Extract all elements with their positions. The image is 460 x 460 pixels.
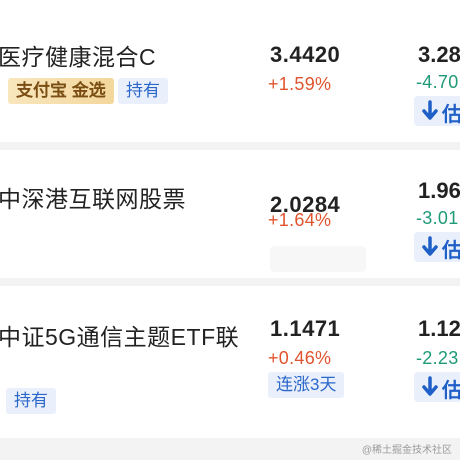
fund-nav: 3.4420 xyxy=(270,42,341,67)
estimated-nav: 3.28 xyxy=(418,42,460,67)
estimated-change: -2.23 xyxy=(416,348,459,368)
estimate-badge[interactable]: 估 xyxy=(414,372,460,402)
estimate-badge[interactable]: 估 xyxy=(414,96,460,126)
fund-row[interactable]: 中证5G通信主题ETF联 持有 1.1471 +0.46% 连涨3天 1.12 … xyxy=(0,286,460,438)
fund-list: 医疗健康混合C 支付宝 金选 持有 3.4420 +1.59% 3.28 -4.… xyxy=(0,0,460,460)
fund-nav: 1.1471 xyxy=(270,316,341,341)
estimate-label: 估 xyxy=(442,380,460,402)
arrow-down-icon xyxy=(422,376,438,396)
estimated-nav: 1.96 xyxy=(418,178,460,203)
estimated-change: -3.01 xyxy=(416,208,459,228)
fund-name: 中证5G通信主题ETF联 xyxy=(0,324,240,350)
hold-tag: 持有 xyxy=(118,78,168,104)
estimate-label: 估 xyxy=(442,240,460,262)
fund-name: 中深港互联网股票 xyxy=(0,186,186,212)
streak-tag: 连涨3天 xyxy=(268,372,345,398)
fund-row[interactable]: 医疗健康混合C 支付宝 金选 持有 3.4420 +1.59% 3.28 -4.… xyxy=(0,0,460,142)
fund-row[interactable]: 中深港互联网股票 2.0284 +1.64% 1.96 -3.01 估 xyxy=(0,150,460,278)
hold-tag: 持有 xyxy=(6,388,56,414)
fund-change: +1.64% xyxy=(268,210,332,230)
placeholder-block xyxy=(270,246,366,272)
platform-tag: 支付宝 金选 xyxy=(8,78,114,104)
fund-change: +1.59% xyxy=(268,74,332,94)
estimated-nav: 1.12 xyxy=(418,316,460,341)
watermark: @稀土掘金技术社区 xyxy=(361,445,452,456)
arrow-down-icon xyxy=(422,236,438,256)
estimated-change: -4.70 xyxy=(416,72,459,92)
arrow-down-icon xyxy=(422,100,438,120)
estimate-badge[interactable]: 估 xyxy=(414,232,460,262)
estimate-label: 估 xyxy=(442,104,460,126)
fund-change: +0.46% xyxy=(268,348,332,368)
fund-name: 医疗健康混合C xyxy=(0,44,157,70)
